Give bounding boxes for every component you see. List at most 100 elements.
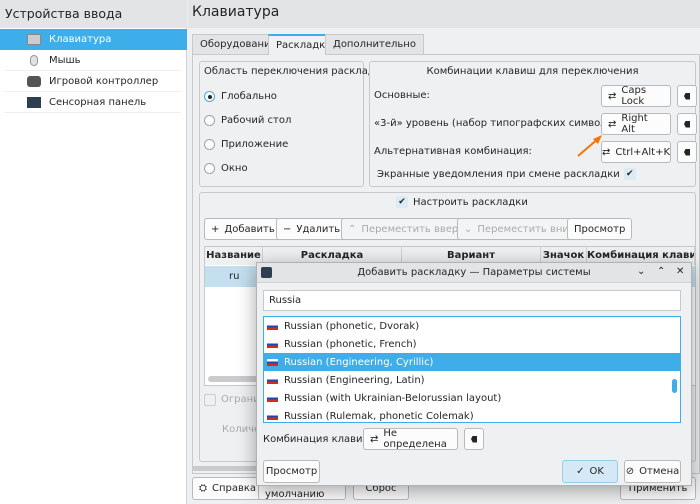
item-label: Russian (with Ukrainian-Belorussian layo… bbox=[284, 392, 502, 404]
sidebar-item-label: Сенсорная панель bbox=[49, 96, 147, 108]
tab-advanced[interactable]: Дополнительно bbox=[325, 34, 424, 55]
shortcut-icon: ⇄ bbox=[608, 118, 617, 130]
dialog-title: Добавить раскладку — Параметры системы bbox=[357, 267, 591, 278]
sidebar-item-mouse[interactable]: Мышь bbox=[5, 50, 181, 71]
dialog-titlebar: Добавить раскладку — Параметры системы ⌄… bbox=[257, 263, 691, 283]
minus-icon: − bbox=[283, 223, 292, 235]
osd-checkbox[interactable]: Экранные уведомления при смене раскладки… bbox=[377, 168, 636, 180]
check-icon: ✔ bbox=[396, 196, 408, 208]
button-label: Caps Lock bbox=[621, 85, 647, 107]
cancel-icon: ⊘ bbox=[625, 466, 635, 477]
column-header[interactable]: Название bbox=[205, 247, 263, 265]
close-icon[interactable]: ✕ bbox=[676, 266, 684, 277]
add-layout-dialog: Добавить раскладку — Параметры системы ⌄… bbox=[256, 262, 692, 486]
button-label: Не определена bbox=[383, 428, 447, 450]
item-label: Russian (phonetic, French) bbox=[284, 338, 417, 350]
sidebar-title: Устройства ввода bbox=[0, 0, 187, 28]
minimize-icon[interactable]: ⌄ bbox=[637, 266, 645, 277]
shortcut-main-label: Основные: bbox=[374, 90, 430, 101]
sidebar-item-label: Мышь bbox=[49, 54, 81, 66]
radio-indicator bbox=[204, 139, 215, 150]
cancel-button[interactable]: ⊘ Отмена bbox=[624, 460, 681, 483]
list-item[interactable]: Russian (Engineering, Latin) bbox=[264, 371, 680, 389]
sidebar-item-gamepad[interactable]: Игровой контроллер bbox=[5, 71, 181, 92]
button-label: Переместить вверх bbox=[361, 223, 465, 235]
radio-indicator bbox=[204, 91, 215, 102]
switch-area-title: Область переключения раскладки bbox=[204, 66, 388, 77]
dialog-preview-button[interactable]: Просмотр bbox=[263, 460, 320, 483]
sidebar-item-keyboard[interactable]: Клавиатура bbox=[0, 29, 187, 50]
search-input[interactable]: Russia bbox=[263, 290, 681, 311]
shortcut-alt-button[interactable]: ⇄ Ctrl+Alt+K bbox=[601, 141, 671, 163]
flag-icon bbox=[267, 412, 278, 420]
sidebar-item-touchpad[interactable]: Сенсорная панель bbox=[5, 92, 181, 113]
clear-shortcut-button[interactable] bbox=[677, 141, 697, 163]
chevron-up-icon: ⌃ bbox=[348, 223, 357, 235]
list-item[interactable]: Russian (phonetic, Dvorak) bbox=[264, 317, 680, 335]
radio-label: Глобально bbox=[221, 91, 277, 102]
list-item[interactable]: Russian (with Ukrainian-Belorussian layo… bbox=[264, 389, 680, 407]
radio-label: Приложение bbox=[221, 139, 289, 150]
radio-indicator bbox=[204, 115, 215, 126]
item-label: Russian (Engineering, Latin) bbox=[284, 374, 425, 386]
mouse-icon bbox=[30, 54, 38, 66]
flag-icon bbox=[267, 394, 278, 402]
radio-indicator bbox=[204, 163, 215, 174]
help-button[interactable]: ⛭ Справка bbox=[192, 477, 264, 500]
clear-shortcut-button[interactable] bbox=[677, 85, 697, 107]
button-label: Переместить вниз bbox=[477, 223, 575, 235]
configure-layouts-checkbox[interactable]: ✔ Настроить раскладки bbox=[396, 196, 528, 208]
shortcut-3rd-level-button[interactable]: ⇄ Right Alt bbox=[601, 113, 671, 135]
sidebar-item-label: Игровой контроллер bbox=[49, 75, 159, 87]
remove-layout-button[interactable]: − Удалить bbox=[276, 218, 348, 240]
count-label: Количе bbox=[222, 424, 261, 435]
button-label: Добавить bbox=[224, 223, 275, 235]
checkbox-label: Экранные уведомления при смене раскладки bbox=[377, 168, 620, 180]
list-item[interactable]: Russian (Engineering, Cyrillic) bbox=[264, 353, 680, 371]
touchpad-icon bbox=[27, 96, 41, 108]
shortcut-main-button[interactable]: ⇄ Caps Lock bbox=[601, 85, 671, 107]
radio-global[interactable]: Глобально bbox=[204, 91, 277, 102]
checkbox-box bbox=[204, 394, 216, 406]
shortcut-label: Комбинация клавиш: bbox=[263, 434, 376, 445]
radio-application[interactable]: Приложение bbox=[204, 139, 288, 150]
help-icon: ⛭ bbox=[199, 483, 207, 494]
sidebar-item-label: Клавиатура bbox=[49, 34, 112, 45]
list-item[interactable]: Russian (Rulemak, phonetic Colemak) bbox=[264, 407, 680, 422]
gamepad-icon bbox=[27, 75, 41, 87]
maximize-icon[interactable]: ⌃ bbox=[657, 266, 665, 277]
list-item[interactable]: Russian (phonetic, French) bbox=[264, 335, 680, 353]
radio-desktop[interactable]: Рабочий стол bbox=[204, 115, 291, 126]
item-label: Russian (phonetic, Dvorak) bbox=[284, 320, 420, 332]
button-label: OK bbox=[589, 466, 604, 477]
shortcut-button[interactable]: ⇄ Не определена bbox=[363, 428, 458, 450]
flag-icon bbox=[267, 358, 278, 366]
ok-button[interactable]: ✓ OK bbox=[562, 460, 618, 483]
clear-shortcut-button[interactable] bbox=[677, 113, 697, 135]
button-label: Отмена bbox=[639, 466, 680, 477]
page-title: Клавиатура bbox=[192, 4, 280, 20]
move-down-button[interactable]: ⌄ Переместить вниз bbox=[457, 218, 582, 240]
move-up-button[interactable]: ⌃ Переместить вверх bbox=[341, 218, 472, 240]
horizontal-scrollbar[interactable] bbox=[192, 466, 262, 471]
check-icon: ✔ bbox=[623, 168, 636, 180]
shortcut-icon: ⇄ bbox=[370, 433, 379, 445]
arrow-annotation-icon bbox=[577, 135, 602, 157]
vertical-scrollbar[interactable] bbox=[672, 379, 677, 393]
checkbox-label: Настроить раскладки bbox=[413, 196, 528, 208]
item-label: Russian (Rulemak, phonetic Colemak) bbox=[284, 410, 474, 422]
button-label: Справка bbox=[212, 483, 257, 494]
chevron-down-icon: ⌄ bbox=[464, 223, 473, 235]
button-label: Удалить bbox=[296, 223, 341, 235]
add-layout-button[interactable]: + Добавить bbox=[204, 218, 282, 240]
flag-icon bbox=[267, 376, 278, 384]
button-label: Ctrl+Alt+K bbox=[615, 146, 671, 158]
clear-shortcut-button[interactable] bbox=[464, 428, 484, 450]
radio-window[interactable]: Окно bbox=[204, 163, 248, 174]
layout-list: Russian (phonetic, Dvorak) Russian (phon… bbox=[263, 316, 681, 423]
sidebar: Устройства ввода Клавиатура Мышь Игровой… bbox=[0, 0, 187, 504]
preview-button[interactable]: Просмотр bbox=[567, 218, 633, 240]
flag-icon bbox=[267, 340, 278, 348]
button-label: Right Alt bbox=[621, 113, 648, 135]
shortcut-3rd-level-label: «3-й» уровень (набор типографских символ… bbox=[374, 118, 626, 129]
